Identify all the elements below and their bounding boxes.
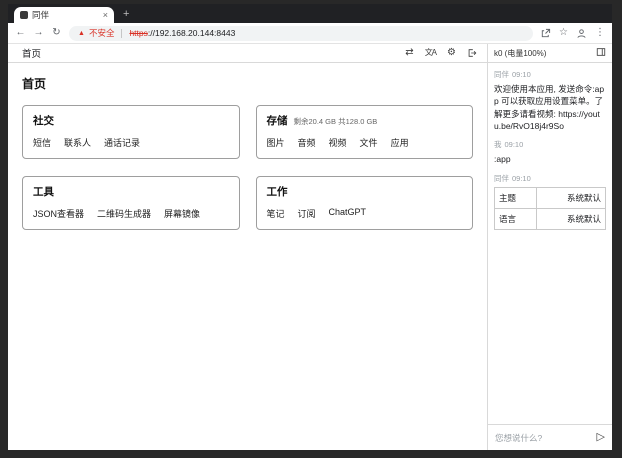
app-header: 首页 ⇄ 文A ⚙ k0 (电量100%) [8,44,612,63]
setting-value: 系统默认 [536,208,605,229]
card-item-apps[interactable]: 应用 [391,136,409,149]
message-time: 09:10 [512,174,531,183]
browser-toolbar-icons: ☆ ⋮ [540,28,605,39]
address-bar: ← → ↻ ▲ 不安全 https://192.168.20.144:8443 … [8,23,612,44]
setting-label[interactable]: 语言 [495,208,537,229]
browser-menu-icon[interactable]: ⋮ [595,28,605,38]
card-item-contacts[interactable]: 联系人 [64,136,91,149]
message-time: 09:10 [505,140,524,149]
send-button[interactable]: ▷ [594,432,608,443]
chat-input-bar: ▷ [488,424,612,450]
favicon [20,11,28,19]
page-title: 首页 [22,75,473,92]
tab-strip: 同伴 × + [8,4,612,23]
swap-icon[interactable]: ⇄ [405,48,413,58]
chat-message: 同伴09:10 欢迎使用本应用, 发送命令:app 可以获取应用设置菜单。了解更… [494,69,606,132]
message-text: :app [494,153,606,165]
settings-gear-icon[interactable]: ⚙ [447,48,456,58]
forward-icon[interactable]: → [33,28,44,38]
card-social: 社交 短信 联系人 通话记录 [22,105,240,159]
url-text: https://192.168.20.144:8443 [129,28,235,38]
back-icon[interactable]: ← [15,28,26,38]
close-tab-icon[interactable]: × [103,11,108,20]
message-time: 09:10 [512,70,531,79]
card-title: 工作 [267,184,288,199]
storage-capacity: 剩余20.4 GB 共128.0 GB [294,116,378,127]
sidebar-toggle-icon[interactable] [596,47,606,59]
translate-icon[interactable]: 文A [425,49,436,57]
browser-window: 同伴 × + ← → ↻ ▲ 不安全 https://192.168.20.14… [8,4,612,450]
profile-avatar-icon[interactable] [576,28,587,39]
chat-message: 我09:10 :app [494,139,606,165]
new-tab-button[interactable]: + [123,8,129,20]
omnibox[interactable]: ▲ 不安全 https://192.168.20.144:8443 [69,26,533,41]
chat-sidebar: 同伴09:10 欢迎使用本应用, 发送命令:app 可以获取应用设置菜单。了解更… [487,63,612,450]
card-item-qr-generator[interactable]: 二维码生成器 [97,207,151,220]
message-meta: 同伴09:10 [494,173,606,184]
security-label[interactable]: 不安全 [89,27,115,39]
tab-title: 同伴 [32,9,99,21]
app-header-side: k0 (电量100%) [487,44,612,62]
chat-log: 同伴09:10 欢迎使用本应用, 发送命令:app 可以获取应用设置菜单。了解更… [488,63,612,424]
message-sender: 同伴 [494,174,509,183]
warning-icon: ▲ [78,30,85,37]
url-scheme: https [129,28,147,38]
card-item-call-log[interactable]: 通话记录 [104,136,140,149]
app-body: 首页 社交 短信 联系人 通话记录 存储 剩余20.4 GB 共128.0 [8,63,612,450]
card-tools: 工具 JSON查看器 二维码生成器 屏幕镜像 [22,176,240,230]
message-sender: 同伴 [494,70,509,79]
settings-row-language[interactable]: 语言 系统默认 [495,208,606,229]
card-title: 存储 [267,113,288,128]
card-item-subscriptions[interactable]: 订阅 [298,207,316,220]
message-meta: 我09:10 [494,139,606,150]
card-item-audio[interactable]: 音频 [298,136,316,149]
message-sender: 我 [494,140,502,149]
card-storage: 存储 剩余20.4 GB 共128.0 GB 图片 音频 视频 文件 应用 [256,105,474,159]
card-item-files[interactable]: 文件 [360,136,378,149]
chat-message: 同伴09:10 主题 系统默认 语言 系统默认 [494,173,606,230]
chat-input[interactable] [495,433,594,443]
message-meta: 同伴09:10 [494,69,606,80]
settings-row-theme[interactable]: 主题 系统默认 [495,187,606,208]
card-grid: 社交 短信 联系人 通话记录 存储 剩余20.4 GB 共128.0 GB 图片 [22,105,473,230]
nav-tab-home[interactable]: 首页 [22,46,41,60]
setting-label[interactable]: 主题 [495,187,537,208]
message-text: 欢迎使用本应用, 发送命令:app 可以获取应用设置菜单。了解更多请看视频: h… [494,83,606,132]
share-icon[interactable] [540,28,551,39]
card-item-images[interactable]: 图片 [267,136,285,149]
main-content: 首页 社交 短信 联系人 通话记录 存储 剩余20.4 GB 共128.0 [8,63,487,450]
card-item-json-viewer[interactable]: JSON查看器 [33,207,84,220]
card-title: 社交 [33,113,54,128]
browser-tab[interactable]: 同伴 × [14,7,114,23]
card-item-sms[interactable]: 短信 [33,136,51,149]
app-header-main: 首页 ⇄ 文A ⚙ [8,44,487,62]
app-header-icons: ⇄ 文A ⚙ [405,48,477,58]
send-icon: ▷ [597,431,605,443]
logout-icon[interactable] [467,48,477,58]
reload-icon[interactable]: ↻ [51,28,62,38]
device-status: k0 (电量100%) [494,48,546,59]
card-item-video[interactable]: 视频 [329,136,347,149]
omnibox-divider [121,29,122,38]
card-item-screen-mirror[interactable]: 屏幕镜像 [164,207,200,220]
card-item-notes[interactable]: 笔记 [267,207,285,220]
url-rest: ://192.168.20.144:8443 [148,28,235,38]
setting-value: 系统默认 [536,187,605,208]
settings-table: 主题 系统默认 语言 系统默认 [494,187,606,230]
card-item-chatgpt[interactable]: ChatGPT [329,207,367,220]
card-title: 工具 [33,184,54,199]
bookmark-star-icon[interactable]: ☆ [559,28,568,38]
card-work: 工作 笔记 订阅 ChatGPT [256,176,474,230]
